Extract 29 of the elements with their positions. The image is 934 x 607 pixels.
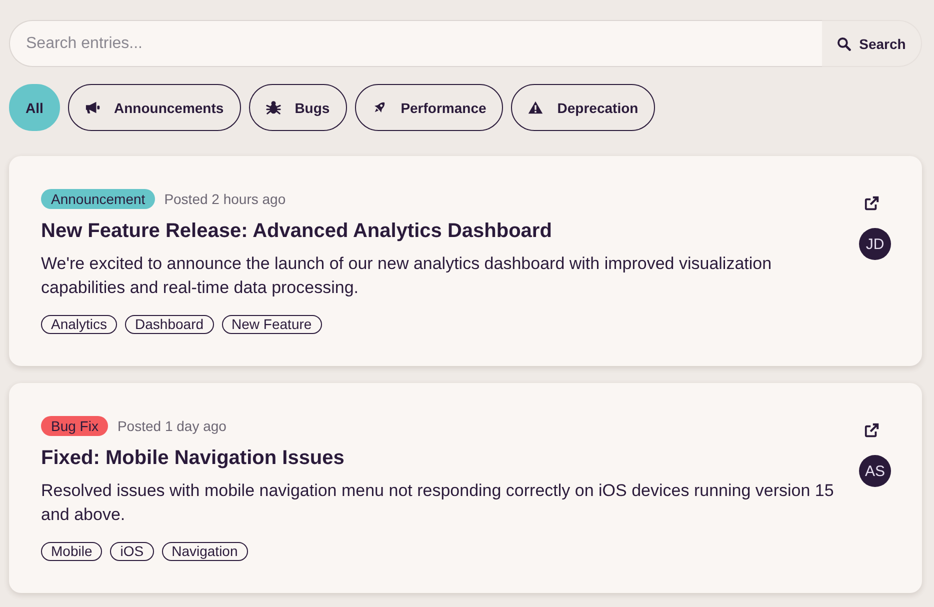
posted-time: Posted 1 day ago [117,418,226,434]
category-badge: Announcement [41,189,156,209]
tag-label: iOS [110,542,154,561]
entry-title: Fixed: Mobile Navigation Issues [41,446,346,471]
entry-description: We're excited to announce the launch of our new analytics dashboard with improved visualization capabilities and real-time data processing. [41,253,773,299]
filter-chip[interactable]: Announcements [68,84,241,131]
tag-label: Mobile [41,542,102,561]
category-badge: Bug Fix [41,416,108,436]
megaphone-icon [85,100,100,115]
entry-title: New Feature Release: Advanced Analytics Dashboard [41,219,553,244]
external-link-icon[interactable] [864,196,878,211]
search-icon [837,36,852,50]
tag-label: Navigation [162,542,248,561]
posted-time: Posted 2 hours ago [164,191,286,207]
filter-chip[interactable]: Deprecation [511,84,656,131]
bug-icon [266,100,281,115]
filter-chip[interactable]: Performance [354,84,504,131]
filter-chip[interactable]: All [9,84,60,131]
search-button[interactable]: Search [822,20,922,67]
author-avatar: AS [859,455,891,487]
tag-label: Dashboard [125,315,214,334]
filter-chip[interactable]: Bugs [248,84,347,131]
entry-description: Resolved issues with mobile navigation menu not responding correctly on iOS devices running version 15 and above. [41,480,835,526]
author-avatar: JD [859,228,891,260]
search-field[interactable]: Search entries... [9,20,822,67]
tag-label: Analytics [41,315,118,334]
tag-label: New Feature [222,315,322,334]
external-link-icon[interactable] [864,423,878,438]
warning-icon [528,100,544,115]
